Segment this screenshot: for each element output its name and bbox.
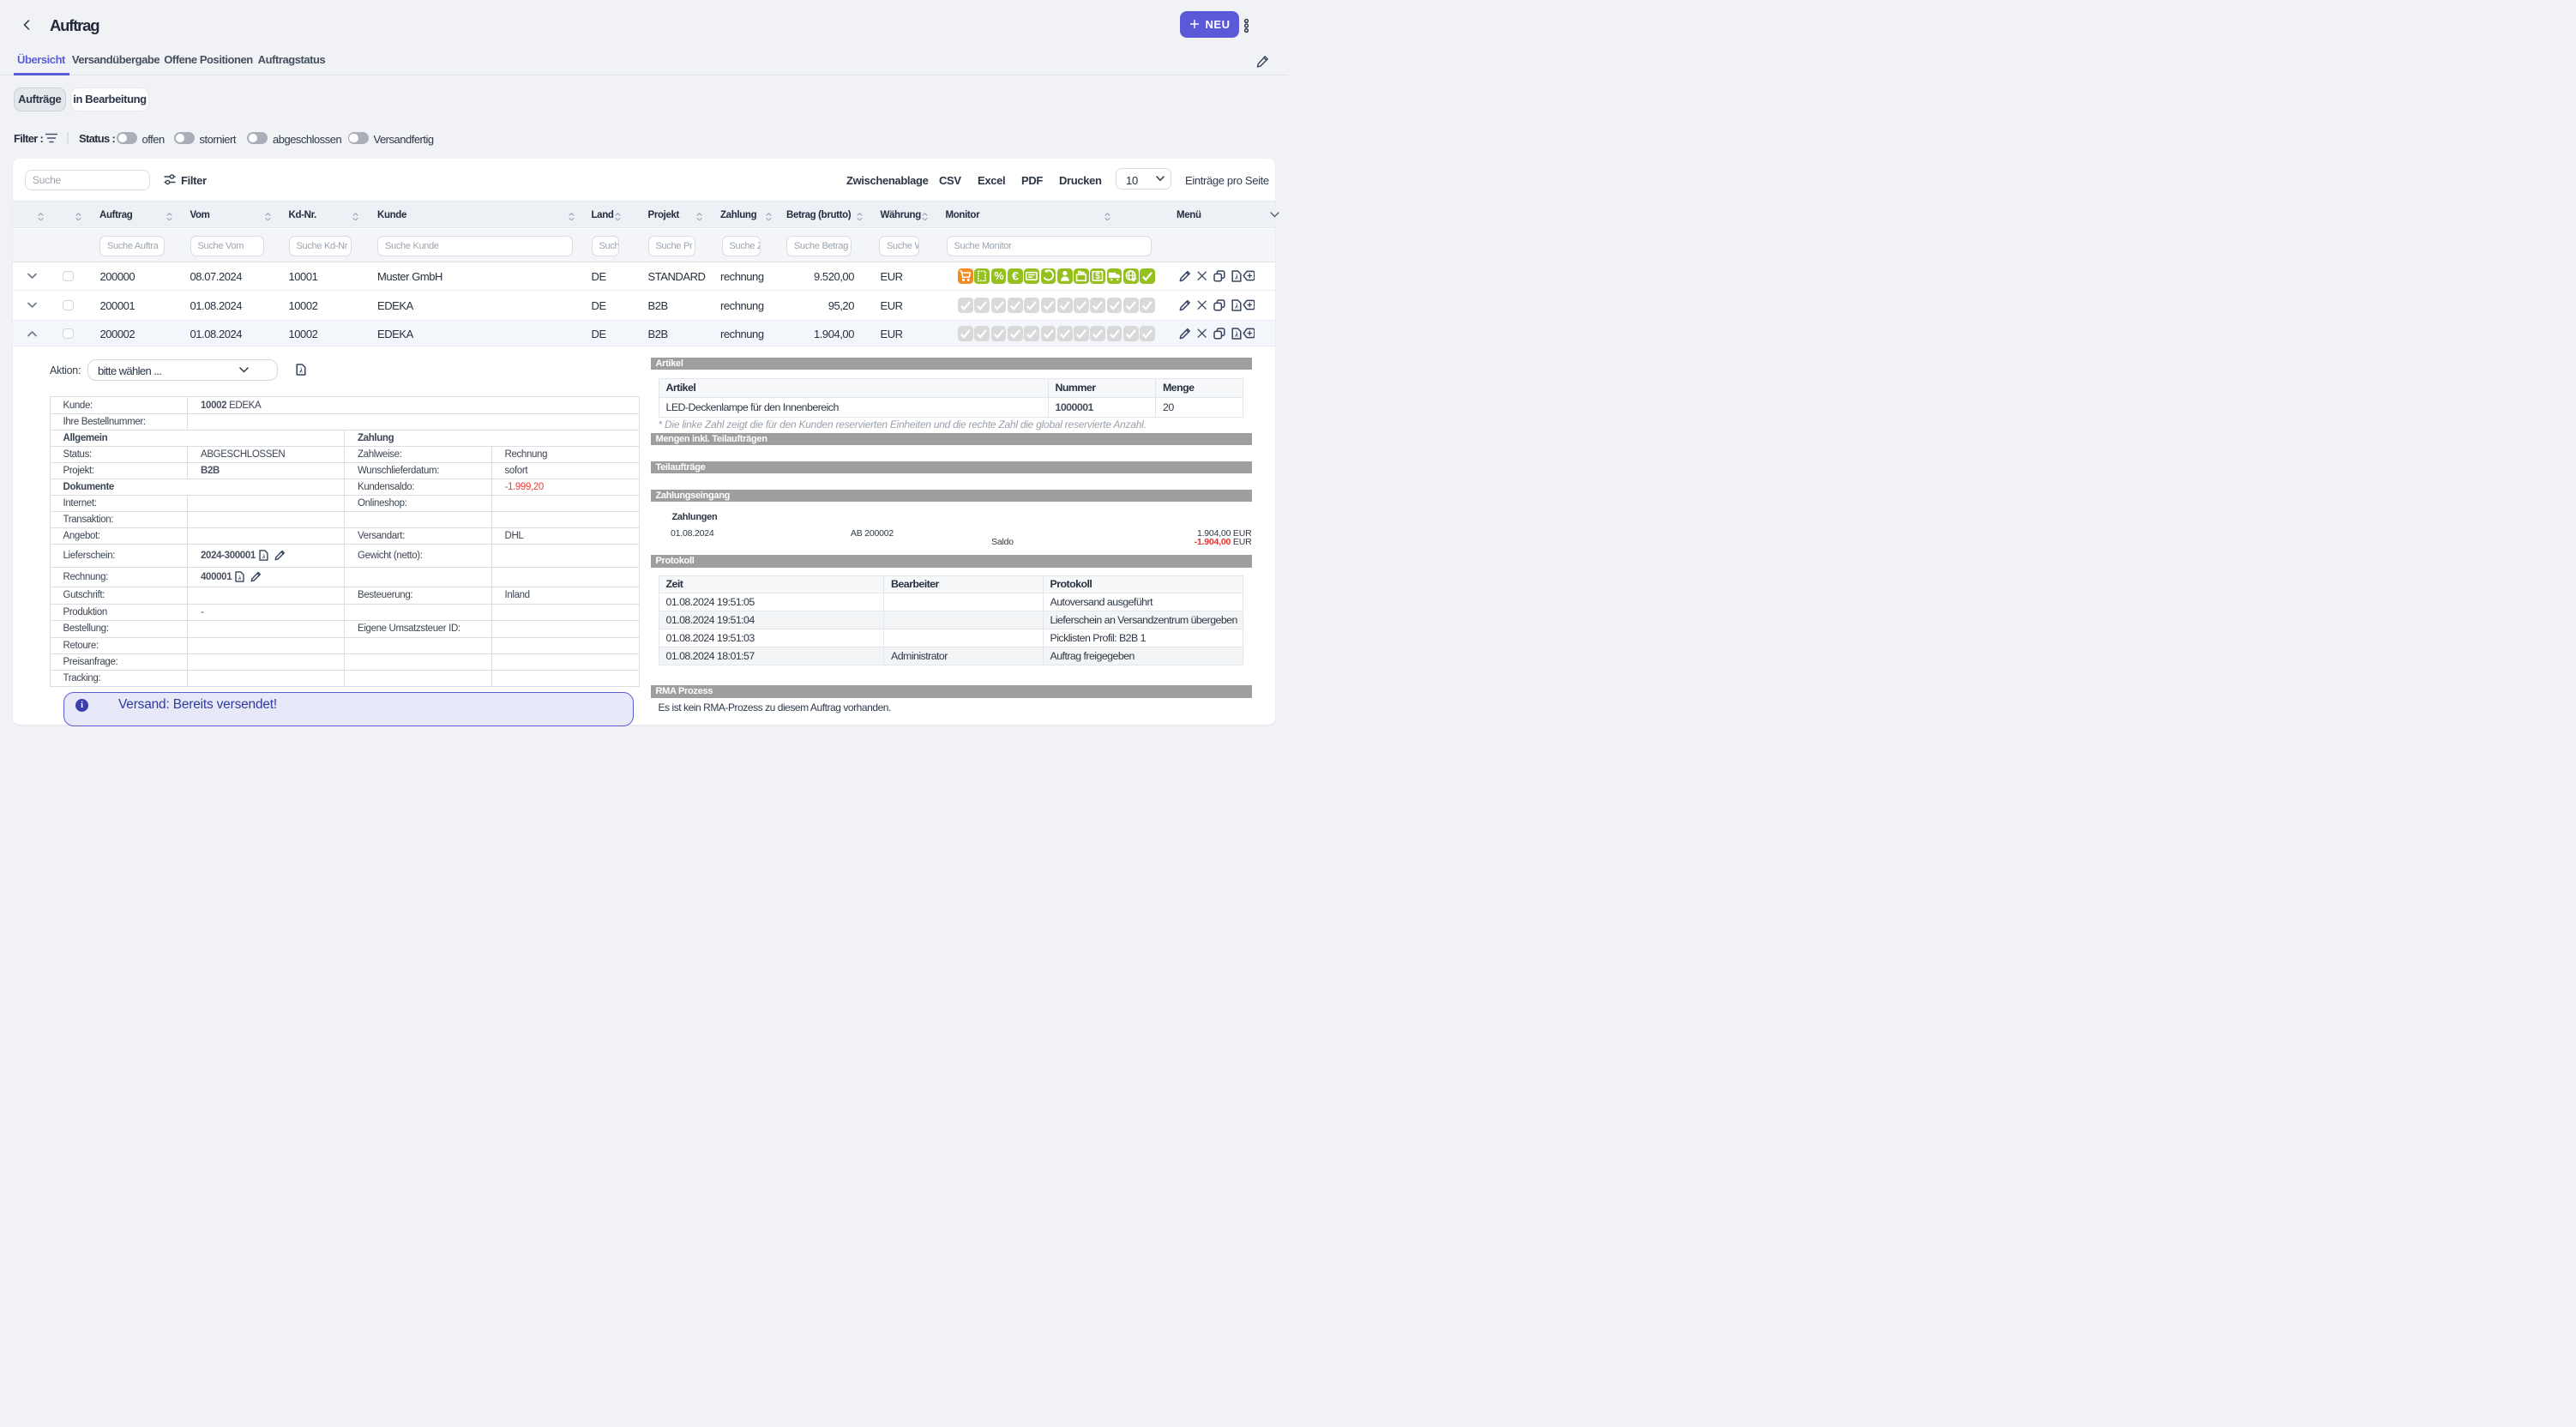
- svg-text:λ: λ: [1234, 331, 1238, 339]
- svg-text:$: $: [1096, 272, 1101, 281]
- svg-text:λ: λ: [238, 574, 242, 581]
- svg-text:λ: λ: [1234, 274, 1238, 281]
- svg-text:λ: λ: [262, 552, 266, 560]
- svg-text:€: €: [1012, 269, 1019, 283]
- svg-text:λ: λ: [1234, 303, 1238, 310]
- svg-text:λ: λ: [298, 367, 303, 375]
- svg-text:%: %: [994, 270, 1003, 282]
